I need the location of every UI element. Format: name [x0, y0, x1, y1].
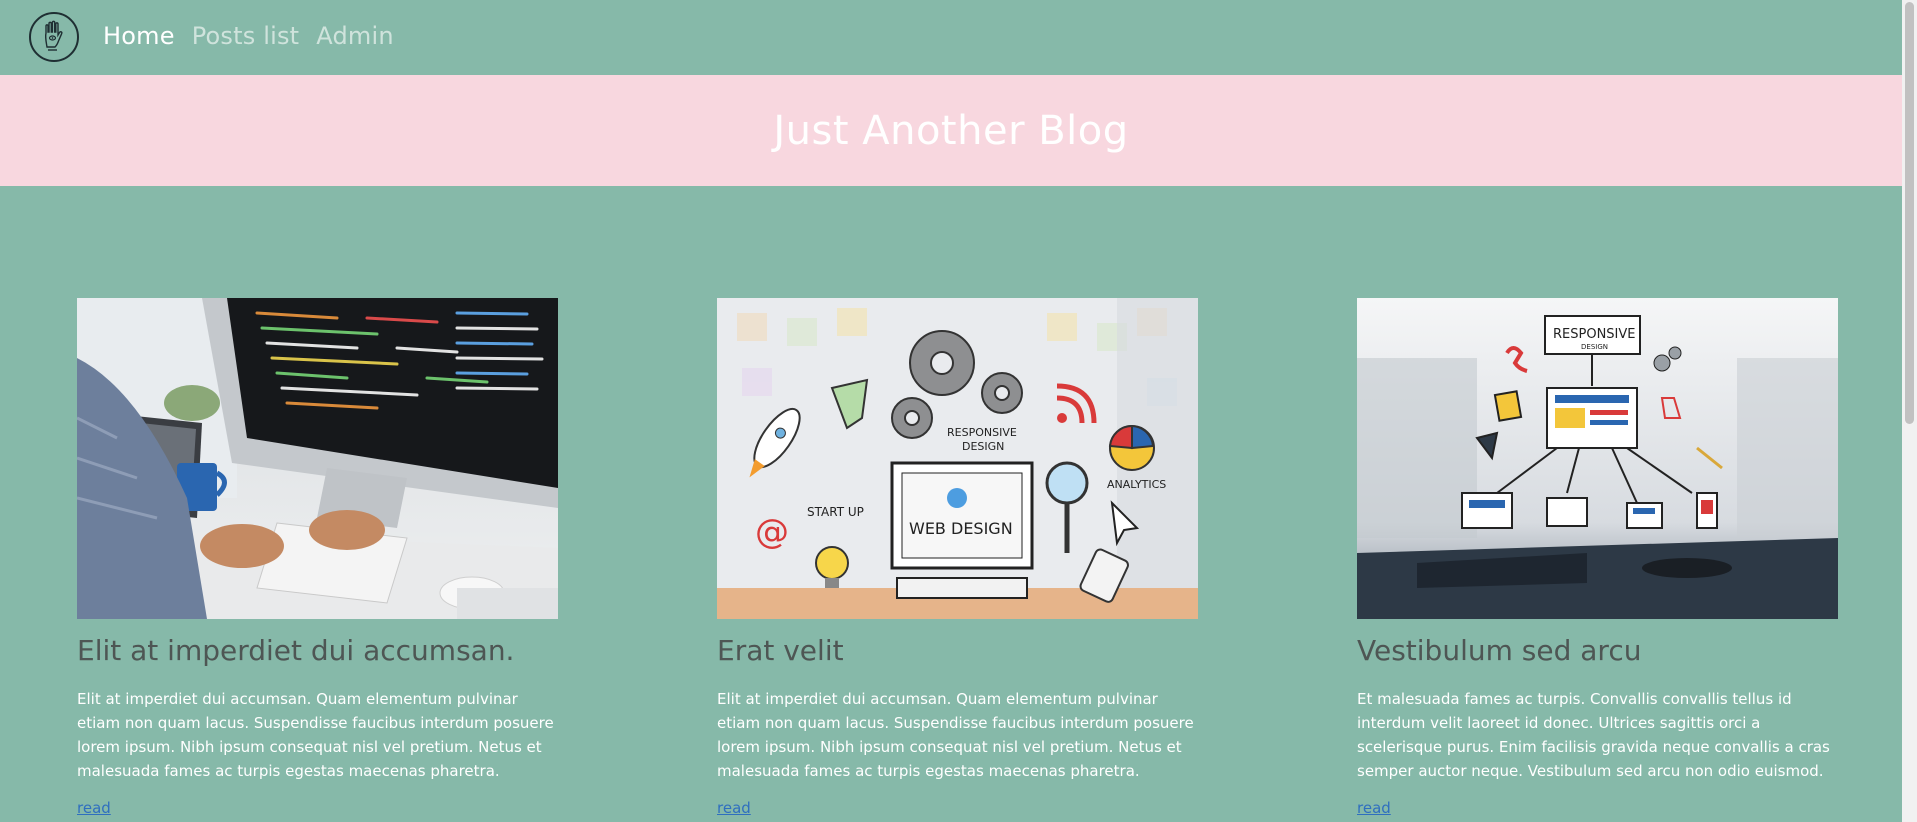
hero-banner: Just Another Blog	[0, 75, 1902, 186]
nav-link-home[interactable]: Home	[103, 19, 175, 53]
scrollbar-thumb[interactable]	[1905, 2, 1914, 424]
doodle-text-design: DESIGN	[1581, 343, 1608, 351]
page: Home Posts list Admin Just Another Blog	[0, 0, 1917, 822]
top-navbar: Home Posts list Admin	[0, 0, 1902, 74]
doodle-text-web-design: WEB DESIGN	[909, 519, 1013, 538]
hand-logo-icon	[44, 20, 63, 51]
post-card: RESPONSIVE DESIGN Vestibulum sed arcu Et…	[1357, 298, 1838, 817]
post-title[interactable]: Elit at imperdiet dui accumsan.	[77, 632, 558, 670]
nav-links: Home Posts list Admin	[103, 19, 394, 53]
post-excerpt: Elit at imperdiet dui accumsan. Quam ele…	[717, 690, 1194, 780]
doodle-text-responsive: RESPONSIVE	[947, 426, 1017, 439]
vertical-scrollbar[interactable]	[1902, 0, 1917, 822]
nav-link-admin[interactable]: Admin	[316, 19, 394, 53]
blog-title: Just Another Blog	[773, 107, 1129, 154]
post-excerpt: Elit at imperdiet dui accumsan. Quam ele…	[77, 690, 554, 780]
nav-link-posts-list[interactable]: Posts list	[192, 19, 300, 53]
read-link[interactable]: read	[1357, 799, 1391, 817]
doodle-text-responsive: RESPONSIVE	[1553, 327, 1636, 342]
doodle-text-start-up: START UP	[807, 505, 864, 519]
post-title[interactable]: Erat velit	[717, 632, 1198, 670]
doodle-text-design: DESIGN	[962, 440, 1004, 453]
post-excerpt: Et malesuada fames ac turpis. Convallis …	[1357, 690, 1830, 780]
post-card: RESPONSIVE DESIGN START UP ANALYTICS WEB…	[717, 298, 1198, 817]
doodle-text-analytics: ANALYTICS	[1107, 478, 1166, 491]
post-title[interactable]: Vestibulum sed arcu	[1357, 632, 1838, 670]
read-link[interactable]: read	[77, 799, 111, 817]
post-image-responsive-design[interactable]: RESPONSIVE DESIGN	[1357, 298, 1838, 619]
site-logo[interactable]	[29, 12, 79, 62]
svg-text:@: @	[755, 512, 789, 552]
post-card: Elit at imperdiet dui accumsan. Elit at …	[77, 298, 558, 817]
post-image-coding[interactable]	[77, 298, 558, 619]
post-image-web-design[interactable]: RESPONSIVE DESIGN START UP ANALYTICS WEB…	[717, 298, 1198, 619]
read-link[interactable]: read	[717, 799, 751, 817]
